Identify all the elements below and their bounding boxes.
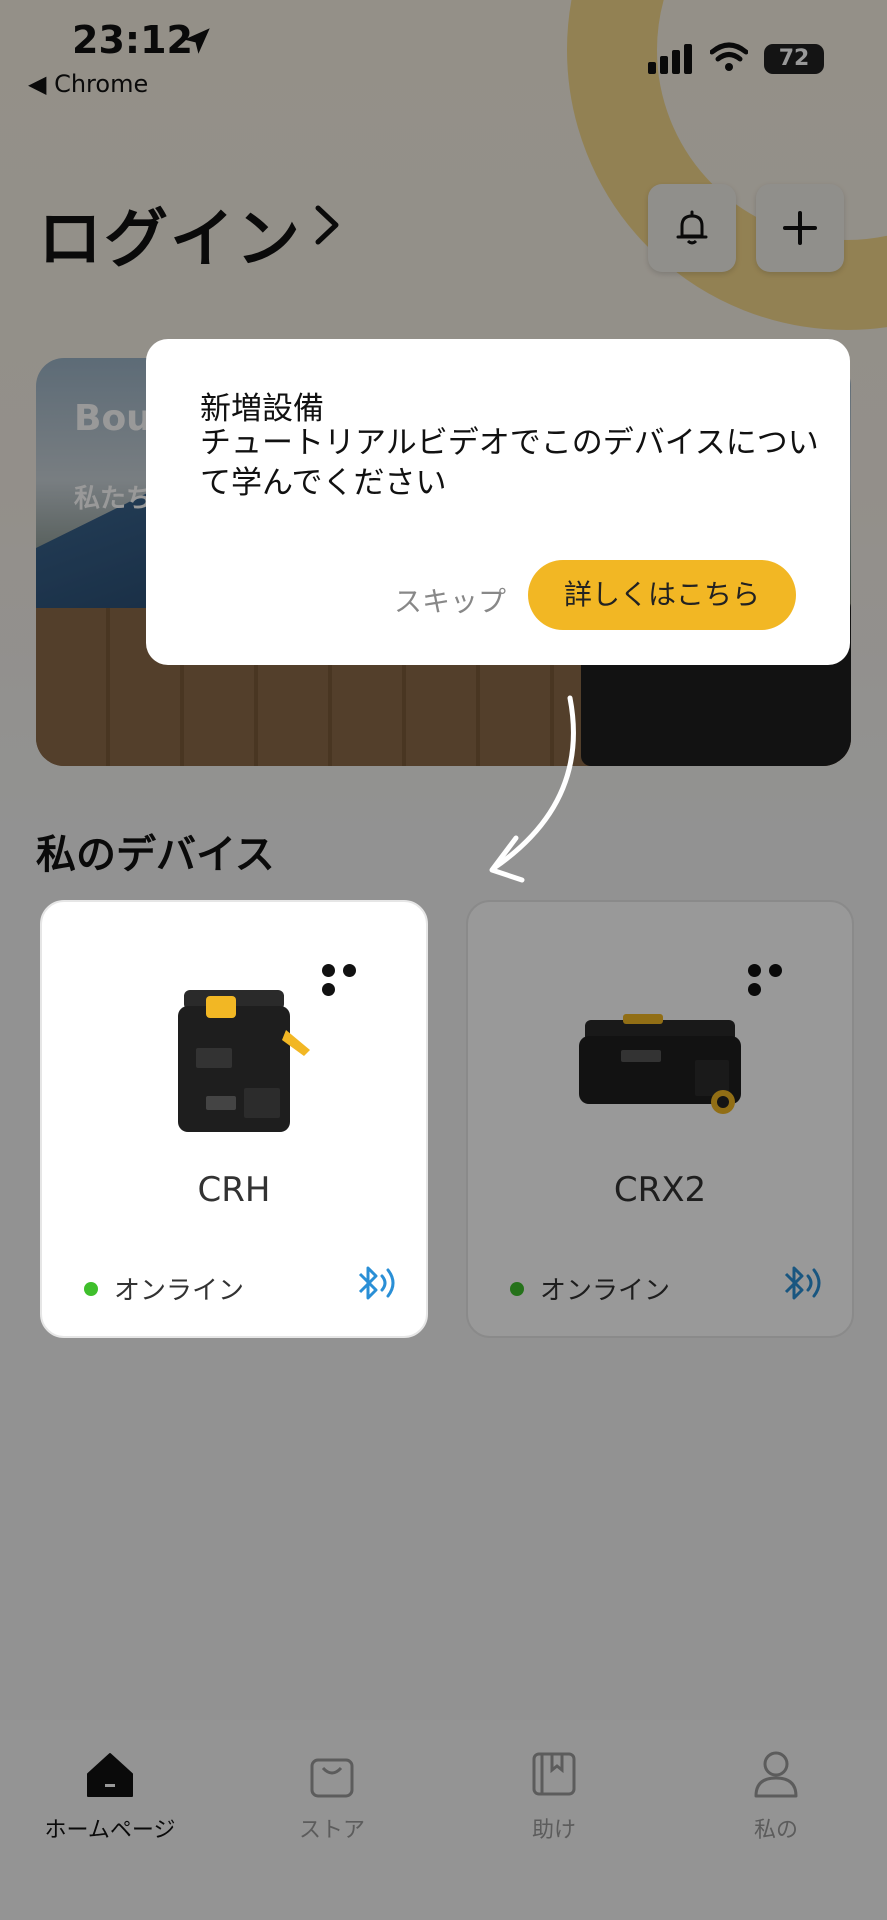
learn-more-button[interactable]: 詳しくはこちら xyxy=(528,560,796,630)
device-card-crh[interactable]: CRH オンライン xyxy=(40,900,428,1338)
crh-fridge-image xyxy=(178,990,310,1132)
online-dot xyxy=(84,1282,98,1296)
new-device-tutorial-dialog: 新増設備 チュートリアルビデオでこのデバイスについて学んでください スキップ 詳… xyxy=(146,339,850,665)
more-options-icon[interactable] xyxy=(322,962,382,996)
dialog-title: 新増設備 xyxy=(200,391,324,427)
dialog-message: チュートリアルビデオでこのデバイスについて学んでください xyxy=(200,425,819,501)
home-screen: 23:12 ◀ Chrome 72 ログイン Bou 私たち 私のデバイス CR… xyxy=(0,0,887,1920)
guide-arrow-icon xyxy=(489,695,576,883)
device-status: オンライン xyxy=(114,1276,245,1306)
bluetooth-icon[interactable] xyxy=(352,1260,398,1306)
device-name: CRH xyxy=(197,1170,271,1210)
skip-button[interactable]: スキップ xyxy=(350,567,550,637)
